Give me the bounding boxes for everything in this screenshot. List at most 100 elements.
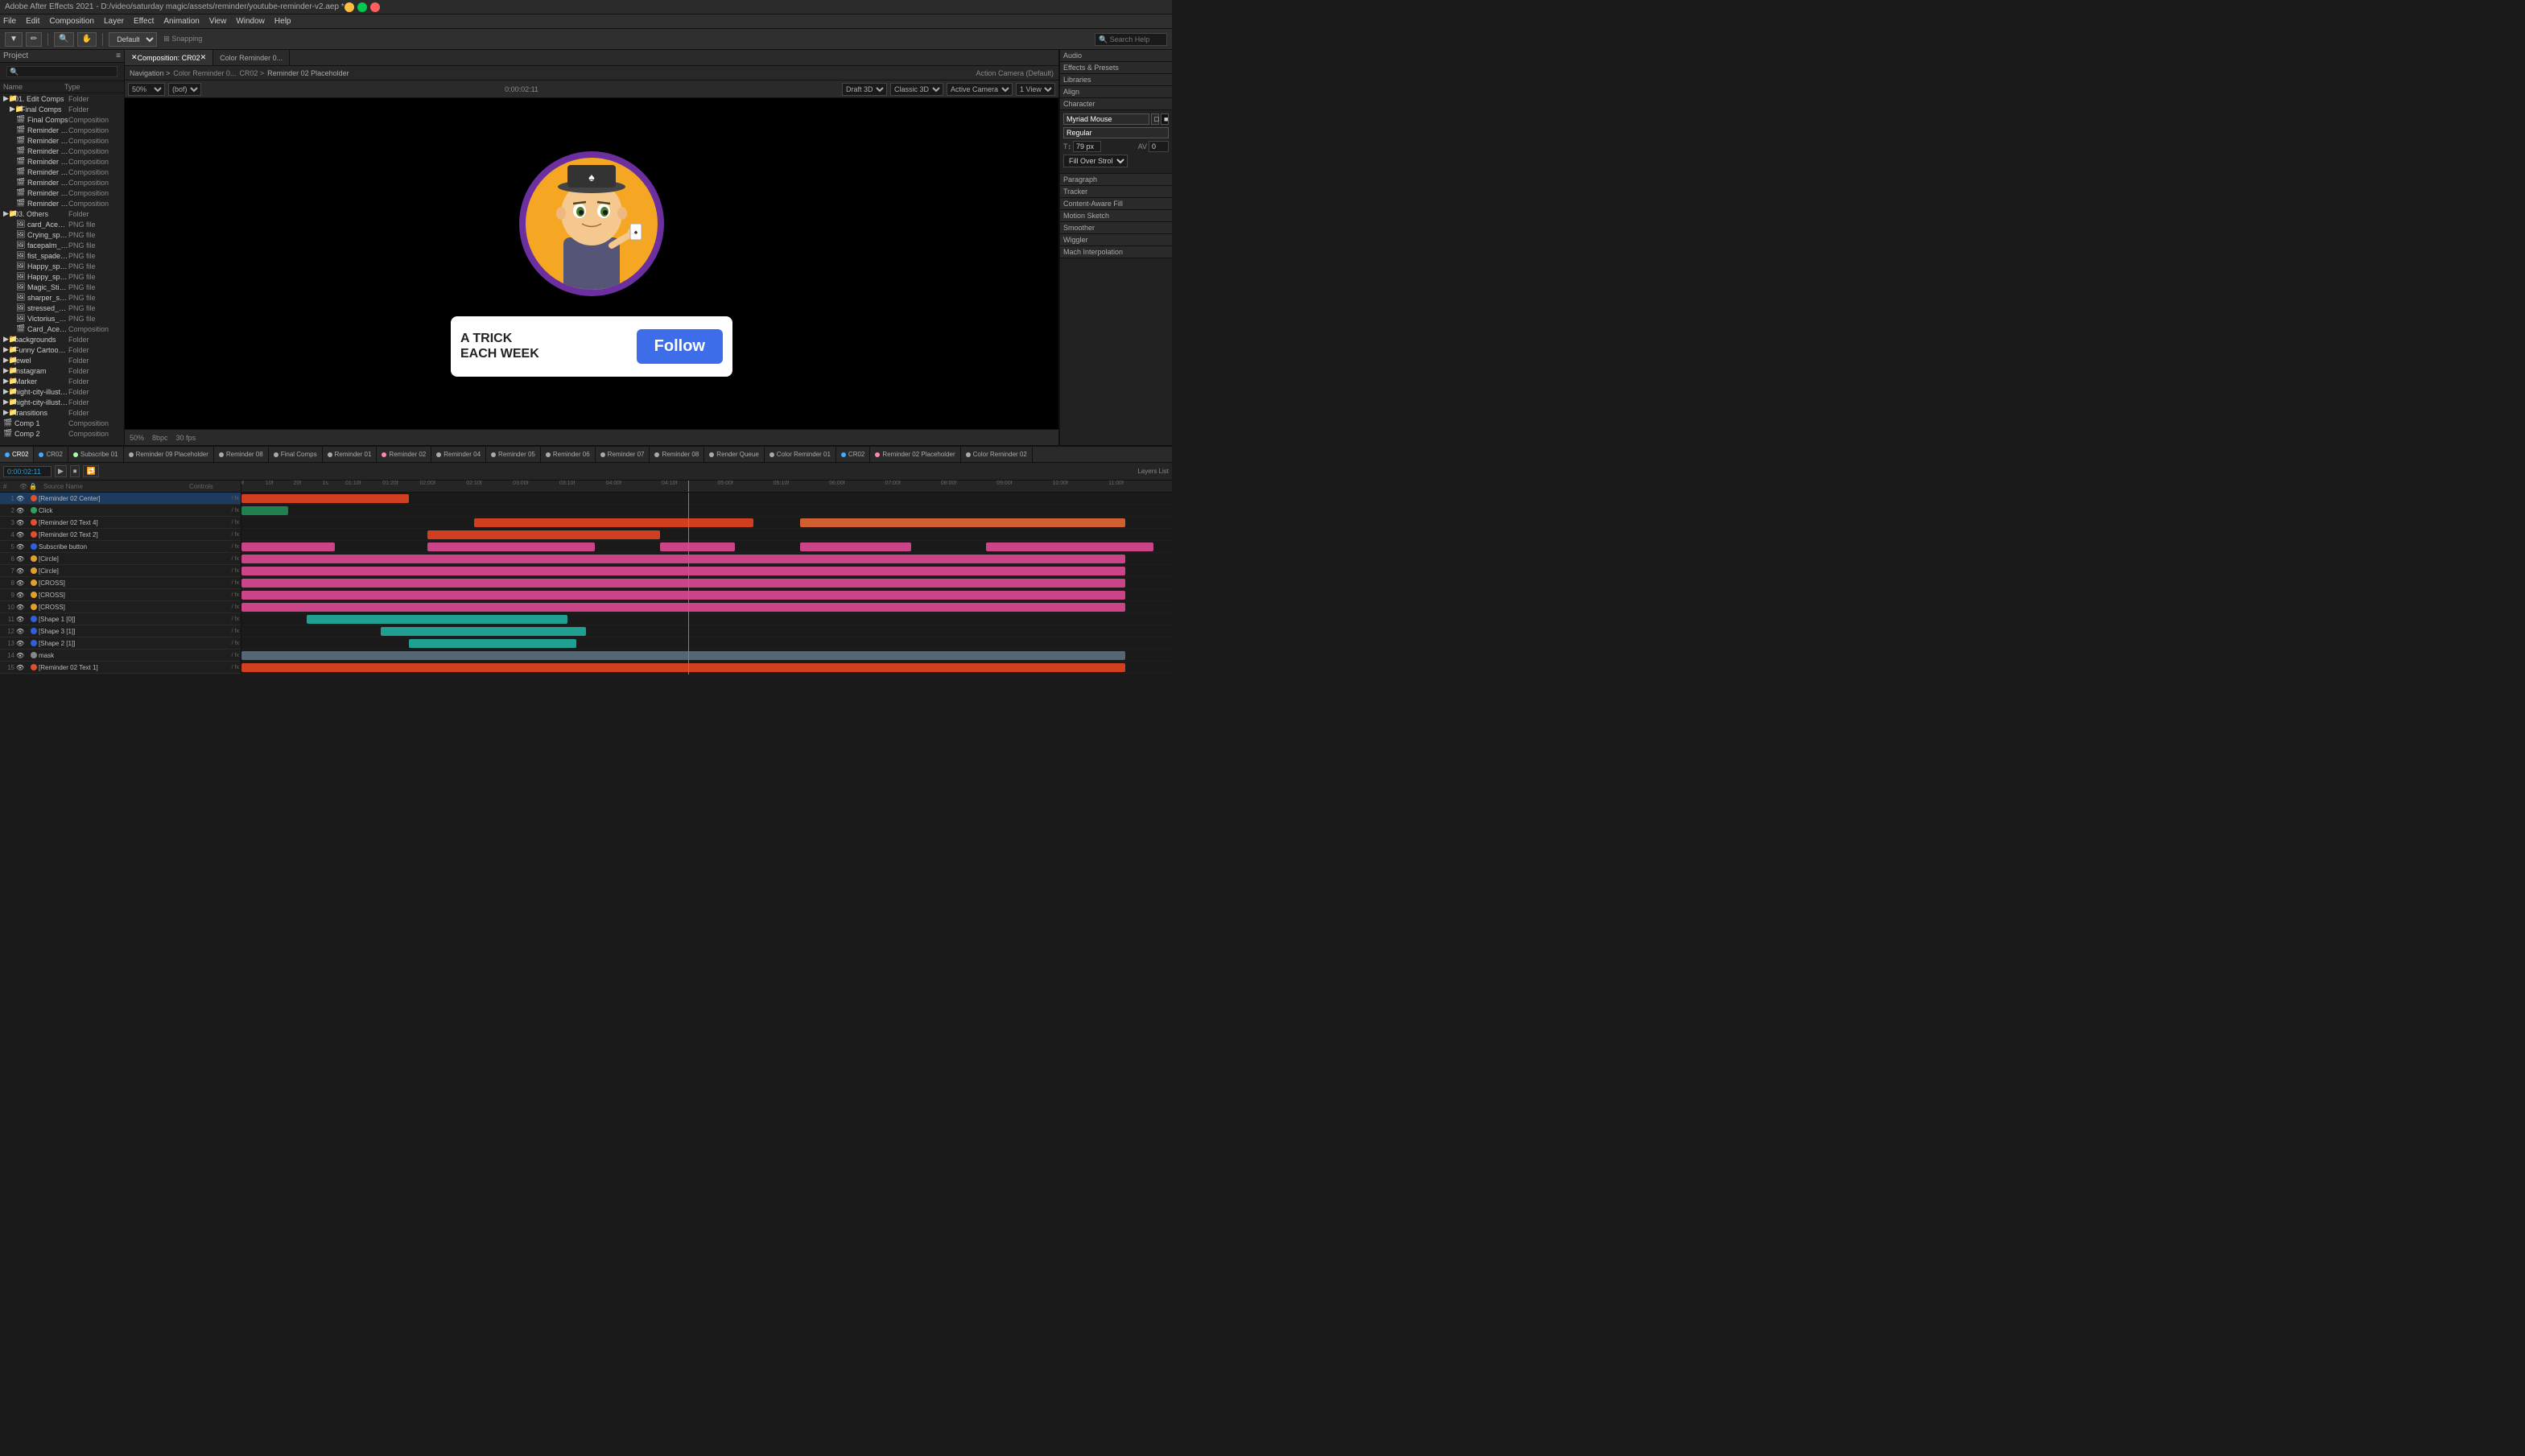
project-item-night-city-2[interactable]: ▶📁 night-city-illustration Layers Folder <box>0 397 124 407</box>
layer-row-7[interactable]: 7 👁 [Circle] / fx <box>0 565 241 577</box>
layer-row-3[interactable]: 3 👁 [Reminder 02 Text 4] / fx <box>0 517 241 529</box>
smoother-title[interactable]: Smoother <box>1060 222 1172 234</box>
project-item-night-city-1[interactable]: ▶📁 night-city-illustration Layers Folder <box>0 386 124 397</box>
project-options-btn[interactable]: ≡ <box>116 52 121 60</box>
project-item-happy-right[interactable]: 🖼 Happy_spade-right.png PNG file <box>0 271 124 282</box>
project-item-victorius[interactable]: 🖼 Victorius_spade.png PNG file <box>0 313 124 324</box>
menu-edit[interactable]: Edit <box>26 17 39 26</box>
project-item-stressed[interactable]: 🖼 stressed_spade.png PNG file <box>0 303 124 313</box>
menu-layer[interactable]: Layer <box>104 17 124 26</box>
project-item-reminder-03[interactable]: 🎬 Reminder 03 Composition <box>0 135 124 146</box>
layer-row-6[interactable]: 6 👁 [Circle] / fx <box>0 553 241 565</box>
project-item-reminder-06[interactable]: 🎬 Reminder 06 Composition <box>0 167 124 177</box>
effects-presets-title[interactable]: Effects & Presets <box>1060 62 1172 74</box>
layer-row-1[interactable]: 1 👁 [Reminder 02 Center] / fx <box>0 493 241 505</box>
timeline-tab-final-comps[interactable]: Final Comps <box>269 447 323 462</box>
time-display[interactable]: 0:00:02:11 <box>3 466 52 477</box>
close-btn[interactable] <box>370 2 380 12</box>
project-item-reminder-02[interactable]: 🎬 Reminder 02 Composition <box>0 125 124 135</box>
breadcrumb-cr02[interactable]: CR02 > <box>239 69 264 77</box>
layer-row-4[interactable]: 4 👁 [Reminder 02 Text 2] / fx <box>0 529 241 541</box>
timeline-tab-render-queue[interactable]: Render Queue <box>704 447 764 462</box>
font-swatch-white[interactable]: □ <box>1151 113 1159 125</box>
timeline-tab-reminder01[interactable]: Reminder 01 <box>323 447 378 462</box>
menu-view[interactable]: View <box>209 17 227 26</box>
project-item-final-comps[interactable]: 🎬 Final Comps Composition <box>0 114 124 125</box>
menu-composition[interactable]: Composition <box>49 17 94 26</box>
project-search-input[interactable] <box>6 66 118 77</box>
timeline-tab-reminder08-2[interactable]: Reminder 08 <box>650 447 704 462</box>
toolbar-select[interactable]: ▼ <box>5 32 23 47</box>
playhead[interactable] <box>688 481 689 492</box>
breadcrumb-color-reminder[interactable]: Color Reminder 0... <box>173 69 236 77</box>
timeline-tab-cr02-main[interactable]: CR02 <box>0 447 34 462</box>
project-item-card-ace-comp[interactable]: 🎬 Card_Ace_spade Composition <box>0 324 124 334</box>
quality-select[interactable]: Draft 3DFull <box>842 83 887 96</box>
project-item-sharper[interactable]: 🖼 sharper_spade.png PNG file <box>0 292 124 303</box>
align-title[interactable]: Align <box>1060 86 1172 98</box>
project-item-transitions[interactable]: ▶📁 transitions Folder <box>0 407 124 418</box>
timeline-tab-subscribe[interactable]: Subscribe 01 <box>68 447 124 462</box>
project-item-comp2[interactable]: 🎬 Comp 2 Composition <box>0 428 124 439</box>
toolbar-pen[interactable]: ✏ <box>26 32 42 47</box>
project-item-crying[interactable]: 🖼 Crying_spade.png PNG file <box>0 229 124 240</box>
motion-sketch-title[interactable]: Motion Sketch <box>1060 210 1172 222</box>
active-camera-select[interactable]: Active Camera <box>947 83 1013 96</box>
project-item-funny-cartoon[interactable]: ▶📁 Funny Cartoon Titles.aep Folder <box>0 344 124 355</box>
timeline-tab-reminder06[interactable]: Reminder 06 <box>541 447 596 462</box>
menu-effect[interactable]: Effect <box>134 17 154 26</box>
timeline-tab-reminder02-placeholder[interactable]: Reminder 02 Placeholder <box>870 447 960 462</box>
project-item-facepalm[interactable]: 🖼 facepalm_spade.png PNG file <box>0 240 124 250</box>
layer-row-2[interactable]: 2 👁 Click / fx <box>0 505 241 517</box>
menu-help[interactable]: Help <box>274 17 291 26</box>
menu-file[interactable]: File <box>3 17 16 26</box>
font-style-display[interactable]: Regular <box>1063 127 1169 138</box>
view-select[interactable]: (bof) <box>168 83 201 96</box>
project-item-reminder-07[interactable]: 🎬 Reminder 07 Composition <box>0 177 124 188</box>
breadcrumb-navigation[interactable]: Navigation > <box>130 69 170 77</box>
font-swatch-black[interactable]: ■ <box>1161 113 1169 125</box>
layer-row-12[interactable]: 12 👁 [Shape 3 [1]] / fx <box>0 625 241 637</box>
project-item-marker[interactable]: ▶📁 Marker Folder <box>0 376 124 386</box>
project-item-magic-stick[interactable]: 🖼 Magic_Stick_spade.png PNG file <box>0 282 124 292</box>
toolbar-zoom[interactable]: 🔍 <box>54 32 73 47</box>
timeline-tab-color-reminder01[interactable]: Color Reminder 01 <box>765 447 836 462</box>
maximize-btn[interactable] <box>357 2 367 12</box>
menu-window[interactable]: Window <box>236 17 265 26</box>
project-item-edit-comps[interactable]: ▶📁 01. Edit Comps Folder <box>0 93 124 104</box>
layer-row-14[interactable]: 14 👁 mask / fx <box>0 650 241 662</box>
timeline-tab-color-reminder02[interactable]: Color Reminder 02 <box>961 447 1033 462</box>
project-item-happy[interactable]: 🖼 Happy_spade.png PNG file <box>0 261 124 271</box>
project-item-final-comps-folder[interactable]: ▶📁 Final Comps Folder <box>0 104 124 114</box>
layer-row-15[interactable]: 15 👁 [Reminder 02 Text 1] / fx <box>0 662 241 674</box>
timeline-tab-reminder08-1[interactable]: Reminder 08 <box>214 447 269 462</box>
project-item-reminder-09[interactable]: 🎬 Reminder 09 Composition <box>0 198 124 208</box>
loop-btn[interactable]: 🔁 <box>83 465 98 477</box>
layer-row-8[interactable]: 8 👁 [CROSS] / fx <box>0 577 241 589</box>
toolbar-hand[interactable]: ✋ <box>77 32 97 47</box>
layer-row-5[interactable]: 5 👁 Subscribe button / fx <box>0 541 241 553</box>
menu-animation[interactable]: Animation <box>163 17 199 26</box>
layer-row-11[interactable]: 11 👁 [Shape 1 [0]] / fx <box>0 613 241 625</box>
breadcrumb-reminder-placeholder[interactable]: Reminder 02 Placeholder <box>267 69 349 77</box>
stop-btn[interactable]: ⏹ <box>70 465 80 477</box>
layer-row-9[interactable]: 9 👁 [CROSS] / fx <box>0 589 241 601</box>
viewer-tab-cr02[interactable]: ✕ Composition: CR02 ✕ <box>125 50 213 65</box>
project-item-others[interactable]: ▶📁 03. Others Folder <box>0 208 124 219</box>
stroke-fill-select[interactable]: Fill Over Stroke <box>1063 155 1128 167</box>
timeline-tab-cr02-2[interactable]: CR02 <box>34 447 68 462</box>
layer-row-13[interactable]: 13 👁 [Shape 2 [1]] / fx <box>0 637 241 650</box>
timeline-tab-reminder04[interactable]: Reminder 04 <box>431 447 486 462</box>
project-item-instagram[interactable]: ▶📁 instagram Folder <box>0 365 124 376</box>
project-item-reminder-08[interactable]: 🎬 Reminder 08 Composition <box>0 188 124 198</box>
wiggler-title[interactable]: Wiggler <box>1060 234 1172 246</box>
project-item-jewel[interactable]: ▶📁 jewel Folder <box>0 355 124 365</box>
minimize-btn[interactable] <box>345 2 354 12</box>
project-item-fist[interactable]: 🖼 fist_spade.png PNG file <box>0 250 124 261</box>
follow-button[interactable]: Follow <box>637 329 723 364</box>
viewer-tab-color-reminder[interactable]: Color Reminder 0... <box>213 50 290 65</box>
project-item-card-ace[interactable]: 🖼 card_Ace_spade.png PNG file <box>0 219 124 229</box>
font-size-input[interactable]: 79 px <box>1073 141 1101 152</box>
timeline-tab-cr02-3[interactable]: CR02 <box>836 447 870 462</box>
tracker-title[interactable]: Tracker <box>1060 186 1172 198</box>
